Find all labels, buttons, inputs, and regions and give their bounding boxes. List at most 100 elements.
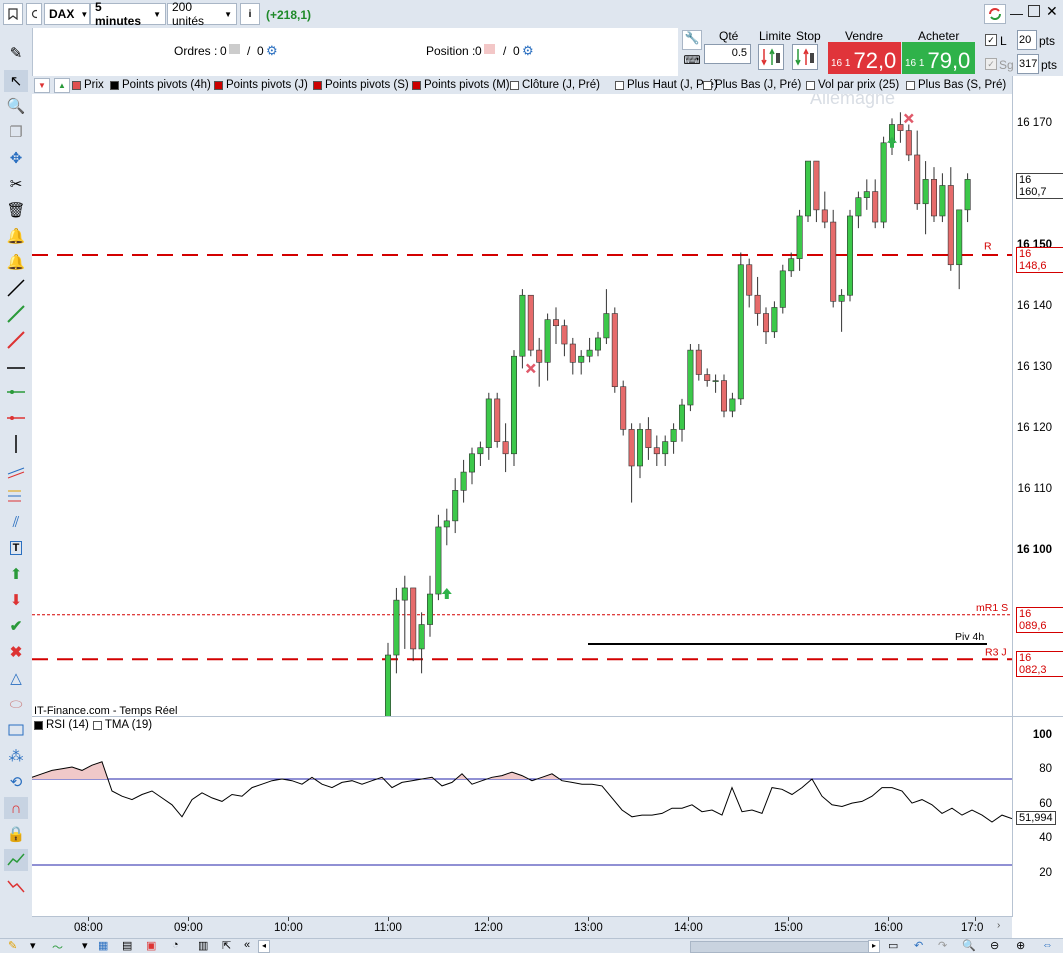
l-pts-input[interactable]: 20 [1017,30,1037,50]
orders-close-icon[interactable] [229,44,240,54]
alert-icon[interactable]: 🔔 [4,225,28,247]
plus-icon[interactable]: ⊕ [1016,939,1025,952]
position-count-2: 0 [513,44,520,58]
green-ray-icon[interactable] [4,381,28,403]
redo-icon[interactable]: ↷ [938,939,947,952]
indicator-item[interactable]: Plus Bas (S, Pré) [906,78,1006,92]
zoom-out-icon[interactable]: ▭ [888,939,898,952]
close-icon[interactable]: ✕ [1046,3,1058,20]
indicator-item[interactable]: Points pivots (4h) [110,78,211,92]
time-tick-mark [788,917,789,921]
scroll-left-button[interactable]: ◂ [258,940,270,953]
indicator-item[interactable]: Points pivots (S) [313,78,409,92]
up-arrow-icon[interactable]: ⬆ [4,563,28,585]
fibonacci-icon[interactable] [4,485,28,507]
ellipse-icon[interactable]: ⬭ [4,693,28,715]
cursor-icon[interactable]: ⇱ [222,939,231,952]
maximize-icon[interactable] [1028,5,1040,17]
red-ray-icon[interactable] [4,407,28,429]
line-black-icon[interactable] [4,277,28,299]
candle [401,575,408,649]
fit-icon[interactable]: ⇔ [1042,939,1053,951]
price-chart[interactable]: Allemagne IT-Finance.com - Temps Réel RmR1… [32,94,1012,716]
line-green-icon[interactable] [4,303,28,325]
move-icon[interactable]: ✥ [4,147,28,169]
trend-green-icon[interactable] [4,849,28,871]
chevron-down-icon[interactable]: ▾ [30,939,36,952]
pitchfork-icon[interactable]: ⫽ [4,511,28,533]
units-selector[interactable]: 200 unités ▼ [167,0,237,28]
grid-icon[interactable]: ▥ [198,939,208,952]
check-icon[interactable]: ✔ [4,615,28,637]
magnet-icon[interactable]: ∩ [4,797,28,819]
stop-button[interactable] [792,44,818,70]
trend-red-icon[interactable] [4,875,28,897]
chevron-down-icon[interactable]: ▾ [82,939,88,952]
pencil-icon[interactable]: ✎ [8,939,17,952]
pencil-icon[interactable]: ✎ [4,42,28,64]
indicator-item[interactable]: Clôture (J, Pré) [510,78,600,92]
time-tick-mark [975,917,976,921]
limit-button[interactable] [758,44,784,70]
text-icon[interactable]: T [4,537,28,559]
candle [611,307,618,393]
scroll-right-button[interactable]: ▸ [868,940,880,953]
line-chart-icon[interactable]: 〜 [52,939,63,955]
settings-icon[interactable]: ⚙ [522,43,534,59]
l-checkbox[interactable]: ✓ [985,34,997,46]
line-red-icon[interactable] [4,329,28,351]
refresh-icon[interactable] [26,3,42,25]
down-arrow-icon[interactable]: ⬇ [4,589,28,611]
sg-checkbox[interactable]: ✓ [985,58,997,70]
indicator-item[interactable]: Plus Bas (J, Pré) [703,78,801,92]
rotate-icon[interactable]: ⟲ [4,771,28,793]
candle [561,319,568,357]
remove-indicator-icon[interactable]: ▼ [34,78,50,93]
horizontal-line-icon[interactable] [4,357,28,379]
pnl-value: (+218,1) [266,8,312,22]
collapse-left-icon[interactable]: « [244,939,250,951]
bell-icon[interactable]: 🔔 [4,251,28,273]
bookmark-icon[interactable] [3,3,23,25]
symbol-selector[interactable]: DAX ▼ [44,3,90,25]
vertical-line-icon[interactable] [4,433,28,455]
table-icon[interactable]: ▤ [122,939,132,952]
channel-icon[interactable] [4,459,28,481]
pointer-icon[interactable]: ↖ [4,70,28,92]
buy-button[interactable]: 16 1 79,0 [902,42,975,74]
settings-icon[interactable]: ⚙ [266,43,278,59]
minus-icon[interactable]: ⊖ [990,939,999,952]
indicator-item[interactable]: Points pivots (J) [214,78,308,92]
wrench-icon[interactable]: 🔧 [682,30,702,50]
qty-input[interactable]: 0.5 [704,44,751,64]
trash-icon[interactable]: 🗑 [4,199,28,221]
calendar-icon[interactable]: ▣ [146,939,156,952]
info-icon[interactable]: i [240,3,260,25]
keyboard-icon[interactable]: ⌨ [682,53,702,71]
indicator-item[interactable]: Prix [72,78,104,92]
undo-icon[interactable]: ↶ [914,939,923,952]
zoom-icon[interactable]: 🔍 [4,95,28,117]
eraser-icon[interactable]: ✂ [4,173,28,195]
sell-button[interactable]: 16 1 72,0 [828,42,901,74]
rectangle-icon[interactable] [4,719,28,741]
indicator-item[interactable]: Vol par prix (25) [806,78,899,92]
add-indicator-icon[interactable]: ▲ [54,78,70,93]
sync-icon[interactable] [984,4,1006,24]
scroll-right-icon[interactable]: › [997,920,1000,931]
cross-icon[interactable]: ✖ [4,641,28,663]
rsi-pane[interactable]: RSI (14) TMA (19) [31,716,1013,917]
triangle-icon[interactable]: △ [4,667,28,689]
lock-icon[interactable]: 🔒 [4,823,28,845]
indicator-item[interactable]: Points pivots (M) [412,78,510,92]
copy-icon[interactable]: ❐ [4,121,28,143]
gauge-icon[interactable]: ◔ [172,939,179,951]
polyline-icon[interactable]: ⁂ [4,745,28,767]
minimize-icon[interactable]: — [1010,6,1023,21]
horizontal-scrollbar-thumb[interactable] [690,941,872,953]
position-close-icon[interactable] [484,44,495,54]
bar-chart-icon[interactable]: ▦ [98,939,108,952]
sg-pts-input[interactable]: 317 [1017,54,1039,74]
zoom-in-icon[interactable]: 🔍 [962,939,976,952]
timeframe-selector[interactable]: 5 minutes ▼ [90,0,166,28]
